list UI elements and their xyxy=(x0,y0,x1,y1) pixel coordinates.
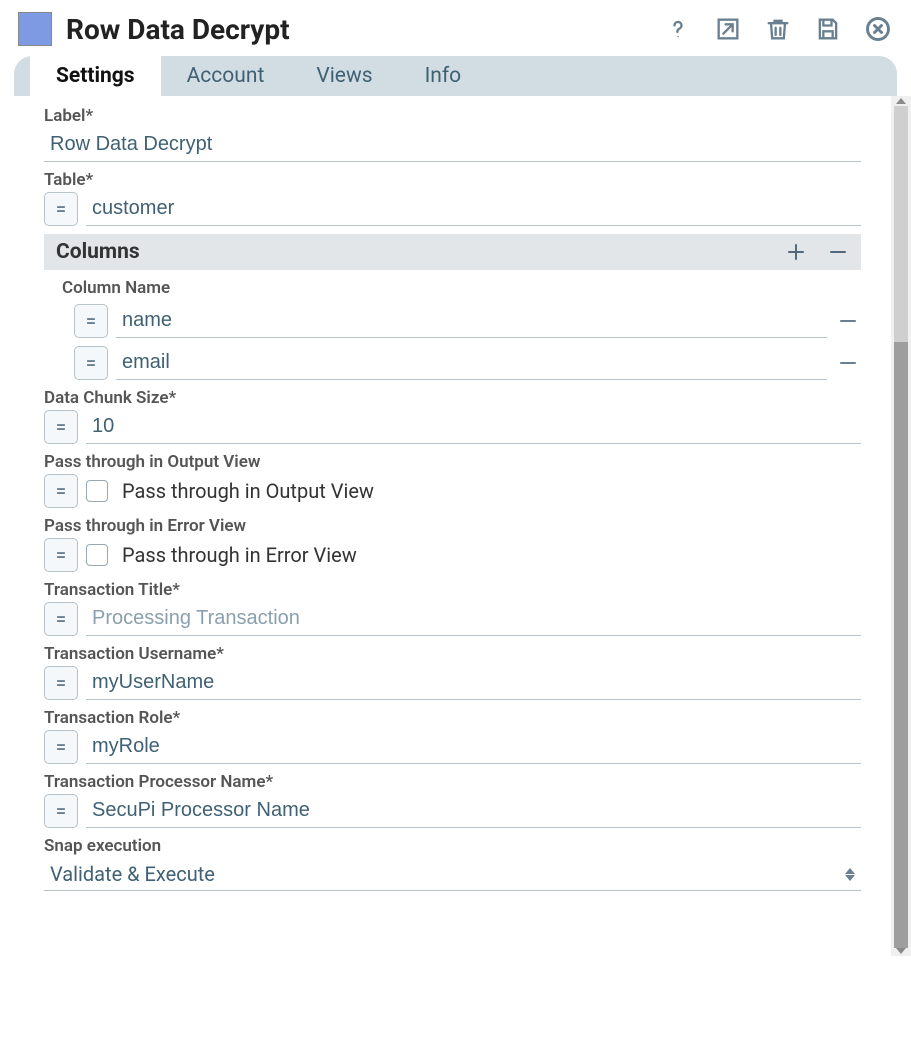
tx-proc-label: Transaction Processor Name* xyxy=(44,772,861,792)
save-icon[interactable] xyxy=(813,14,843,44)
field-chunk: Data Chunk Size* = xyxy=(44,388,861,444)
column-row-1: = xyxy=(74,346,861,380)
column-remove-0[interactable] xyxy=(835,308,861,334)
field-pass-output: Pass through in Output View = Pass throu… xyxy=(44,452,861,508)
scroll-thumb-lower[interactable] xyxy=(894,342,908,948)
table-input[interactable] xyxy=(86,192,861,226)
column-input-0[interactable] xyxy=(116,304,827,338)
columns-remove-icon[interactable] xyxy=(827,241,849,263)
columns-controls xyxy=(785,241,849,263)
snap-color-icon xyxy=(18,12,52,46)
field-tx-title: Transaction Title* = xyxy=(44,580,861,636)
help-icon[interactable] xyxy=(663,14,693,44)
column-input-1[interactable] xyxy=(116,346,827,380)
tx-role-input[interactable] xyxy=(86,730,861,764)
pass-output-checkbox[interactable] xyxy=(86,480,108,502)
snap-exec-select[interactable]: Validate & Execute xyxy=(44,858,861,891)
expr-toggle-pass-output[interactable]: = xyxy=(44,474,78,508)
chunk-input[interactable] xyxy=(86,410,861,444)
dialog-header: Row Data Decrypt xyxy=(0,0,911,56)
tx-title-label: Transaction Title* xyxy=(44,580,861,600)
pass-output-text: Pass through in Output View xyxy=(122,479,374,503)
tx-role-label: Transaction Role* xyxy=(44,708,861,728)
field-tx-role: Transaction Role* = xyxy=(44,708,861,764)
label-input[interactable] xyxy=(44,128,861,162)
delete-icon[interactable] xyxy=(763,14,793,44)
tabs: Settings Account Views Info xyxy=(14,56,897,96)
tx-title-input[interactable] xyxy=(86,602,861,636)
settings-panel: Label* Table* = Columns Column Name xyxy=(14,96,891,956)
expr-toggle-table[interactable]: = xyxy=(44,192,78,226)
snap-exec-label: Snap execution xyxy=(44,836,861,856)
expr-toggle-tx-proc[interactable]: = xyxy=(44,794,78,828)
tab-views[interactable]: Views xyxy=(290,56,398,96)
columns-section-header: Columns xyxy=(44,234,861,270)
column-name-label: Column Name xyxy=(62,278,861,298)
vertical-scrollbar[interactable] xyxy=(891,96,911,956)
pass-error-checkbox[interactable] xyxy=(86,544,108,566)
field-table: Table* = xyxy=(44,170,861,226)
tab-account[interactable]: Account xyxy=(161,56,291,96)
pass-error-text: Pass through in Error View xyxy=(122,543,357,567)
tab-settings[interactable]: Settings xyxy=(30,56,161,96)
scroll-down-icon[interactable] xyxy=(896,948,906,954)
columns-title: Columns xyxy=(56,240,785,264)
spinner-icon xyxy=(845,868,861,881)
expr-toggle-tx-title[interactable]: = xyxy=(44,602,78,636)
header-actions xyxy=(663,14,893,44)
column-row-0: = xyxy=(74,304,861,338)
field-snap-exec: Snap execution Validate & Execute xyxy=(44,836,861,891)
snap-exec-value: Validate & Execute xyxy=(44,858,845,890)
export-icon[interactable] xyxy=(713,14,743,44)
expr-toggle-tx-role[interactable]: = xyxy=(44,730,78,764)
pass-error-label: Pass through in Error View xyxy=(44,516,861,536)
tabs-container: Settings Account Views Info xyxy=(0,56,911,96)
columns-add-icon[interactable] xyxy=(785,241,807,263)
field-label: Label* xyxy=(44,106,861,162)
expr-toggle-col-1[interactable]: = xyxy=(74,346,108,380)
dialog-title: Row Data Decrypt xyxy=(66,13,663,46)
scroll-up-icon[interactable] xyxy=(896,98,906,104)
table-label: Table* xyxy=(44,170,861,190)
chunk-label: Data Chunk Size* xyxy=(44,388,861,408)
pass-output-label: Pass through in Output View xyxy=(44,452,861,472)
field-pass-error: Pass through in Error View = Pass throug… xyxy=(44,516,861,572)
tab-info[interactable]: Info xyxy=(399,56,488,96)
tx-proc-input[interactable] xyxy=(86,794,861,828)
scroll-thumb-upper xyxy=(894,106,908,342)
body-scroll: Label* Table* = Columns Column Name xyxy=(0,96,911,956)
expr-toggle-tx-user[interactable]: = xyxy=(44,666,78,700)
scroll-track[interactable] xyxy=(894,106,908,948)
label-text: Label* xyxy=(44,106,861,126)
column-remove-1[interactable] xyxy=(835,350,861,376)
tx-user-input[interactable] xyxy=(86,666,861,700)
expr-toggle-pass-error[interactable]: = xyxy=(44,538,78,572)
field-tx-user: Transaction Username* = xyxy=(44,644,861,700)
expr-toggle-col-0[interactable]: = xyxy=(74,304,108,338)
field-tx-proc: Transaction Processor Name* = xyxy=(44,772,861,828)
tx-user-label: Transaction Username* xyxy=(44,644,861,664)
expr-toggle-chunk[interactable]: = xyxy=(44,410,78,444)
close-icon[interactable] xyxy=(863,14,893,44)
